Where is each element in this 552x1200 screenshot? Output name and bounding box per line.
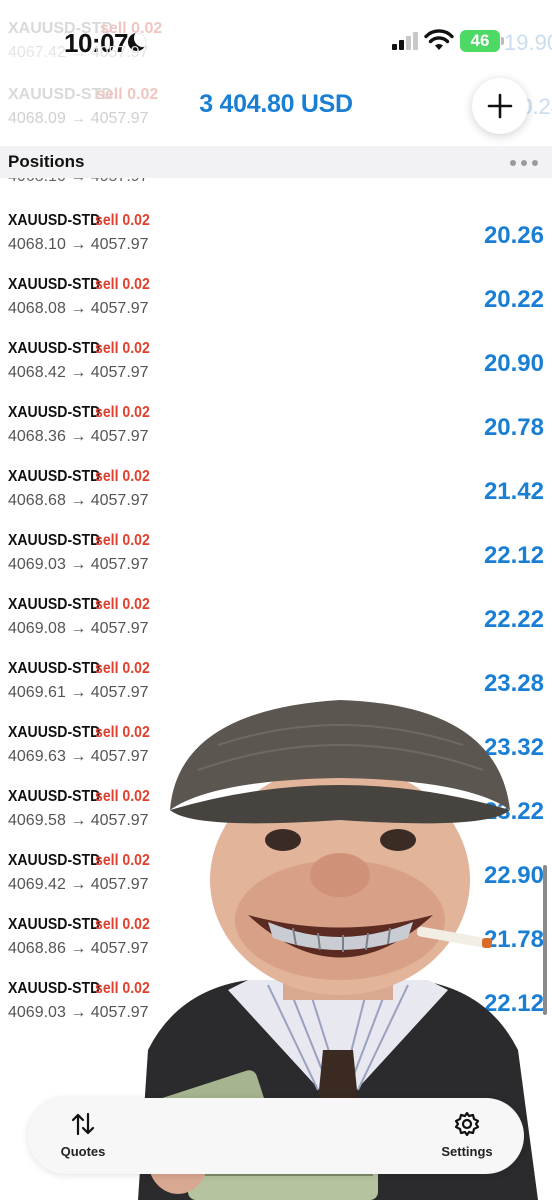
status-bar: 10:07 46 [0, 0, 552, 80]
position-row[interactable]: XAUUSD-STD sell 0.02 4069.03 → 4057.97 22.1… [0, 532, 552, 596]
background-row-profit: 19.90 [504, 30, 552, 55]
position-row[interactable]: XAUUSD-STD sell 0.02 4068.36 → 4057.97 20.7… [0, 404, 552, 468]
position-row[interactable]: XAUUSD-STD sell 0.02 4068.08 → 4057.97 20.2… [0, 276, 552, 340]
position-prices: 4069.03 → 4057.97 [8, 556, 149, 573]
wifi-icon [424, 29, 454, 50]
position-symbol: XAUUSD-STD [8, 980, 101, 997]
position-symbol: XAUUSD-STD [8, 340, 101, 357]
position-profit: 22.22 [483, 606, 544, 633]
position-prices: 4068.10 → 4057.97 [8, 236, 149, 253]
position-profit: 20.90 [483, 350, 544, 377]
position-symbol: XAUUSD-STD [8, 276, 101, 293]
cellular-signal-icon [392, 32, 420, 50]
background-row-symbol: XAUUSD-STD [8, 20, 113, 37]
position-side: sell 0.02 [95, 404, 150, 421]
position-profit: 20.22 [483, 286, 544, 313]
position-prices: 4068.68 → 4057.97 [8, 492, 149, 509]
position-profit: 22.12 [483, 542, 544, 569]
position-side: sell 0.02 [95, 212, 150, 229]
arrows-up-down-icon [71, 1112, 95, 1136]
background-row-prices: 4067.42 → 4057.97 [8, 44, 149, 61]
position-prices: 4068.42 → 4057.97 [8, 364, 149, 381]
tab-quotes-label: Quotes [60, 1144, 106, 1159]
position-side: sell 0.02 [95, 276, 150, 293]
position-side: sell 0.02 [95, 532, 150, 549]
position-side: sell 0.02 [95, 340, 150, 357]
tab-quotes[interactable]: Quotes [38, 1098, 128, 1174]
position-prices: 4068.36 → 4057.97 [8, 428, 149, 445]
position-symbol: XAUUSD-STD [8, 788, 101, 805]
add-position-button[interactable] [472, 78, 528, 134]
position-profit: 20.26 [483, 222, 544, 249]
more-horizontal-icon[interactable] [510, 160, 538, 166]
position-symbol: XAUUSD-STD [8, 212, 101, 229]
position-row[interactable]: XAUUSD-STD sell 0.02 4068.42 → 4057.97 20.9… [0, 340, 552, 404]
position-prices: 4069.08 → 4057.97 [8, 620, 149, 637]
position-row[interactable]: XAUUSD-STD sell 0.02 4068.68 → 4057.97 21.4… [0, 468, 552, 532]
tab-settings[interactable]: Settings [422, 1098, 512, 1174]
position-profit: 21.42 [483, 478, 544, 505]
position-symbol: XAUUSD-STD [8, 852, 101, 869]
position-symbol: XAUUSD-STD [8, 596, 101, 613]
battery-indicator: 46 [460, 30, 504, 52]
position-symbol: XAUUSD-STD [8, 660, 101, 677]
account-balance: 3 404.80 USD [199, 90, 353, 118]
gear-icon [454, 1111, 480, 1137]
position-side: sell 0.02 [95, 468, 150, 485]
position-side: sell 0.02 [95, 660, 150, 677]
position-row[interactable]: XAUUSD-STD sell 0.02 4069.08 → 4057.97 22.2… [0, 596, 552, 660]
tab-settings-label: Settings [441, 1144, 493, 1159]
position-symbol: XAUUSD-STD [8, 404, 101, 421]
partial-row-prices: 4068.10 → 4057.97 [8, 178, 149, 186]
position-row[interactable]: XAUUSD-STD sell 0.02 4068.10 → 4057.97 20.2… [0, 212, 552, 276]
position-symbol: XAUUSD-STD [8, 468, 101, 485]
position-prices: 4068.08 → 4057.97 [8, 300, 149, 317]
battery-level: 46 [470, 31, 490, 50]
position-side: sell 0.02 [95, 596, 150, 613]
position-symbol: XAUUSD-STD [8, 724, 101, 741]
position-symbol: XAUUSD-STD [8, 532, 101, 549]
position-symbol: XAUUSD-STD [8, 916, 101, 933]
bottom-tab-bar: Quotes Settings [28, 1098, 524, 1174]
position-profit: 20.78 [483, 414, 544, 441]
positions-title: Positions [8, 152, 85, 171]
background-row-side: sell 0.02 [100, 20, 163, 37]
plus-icon [487, 93, 513, 119]
